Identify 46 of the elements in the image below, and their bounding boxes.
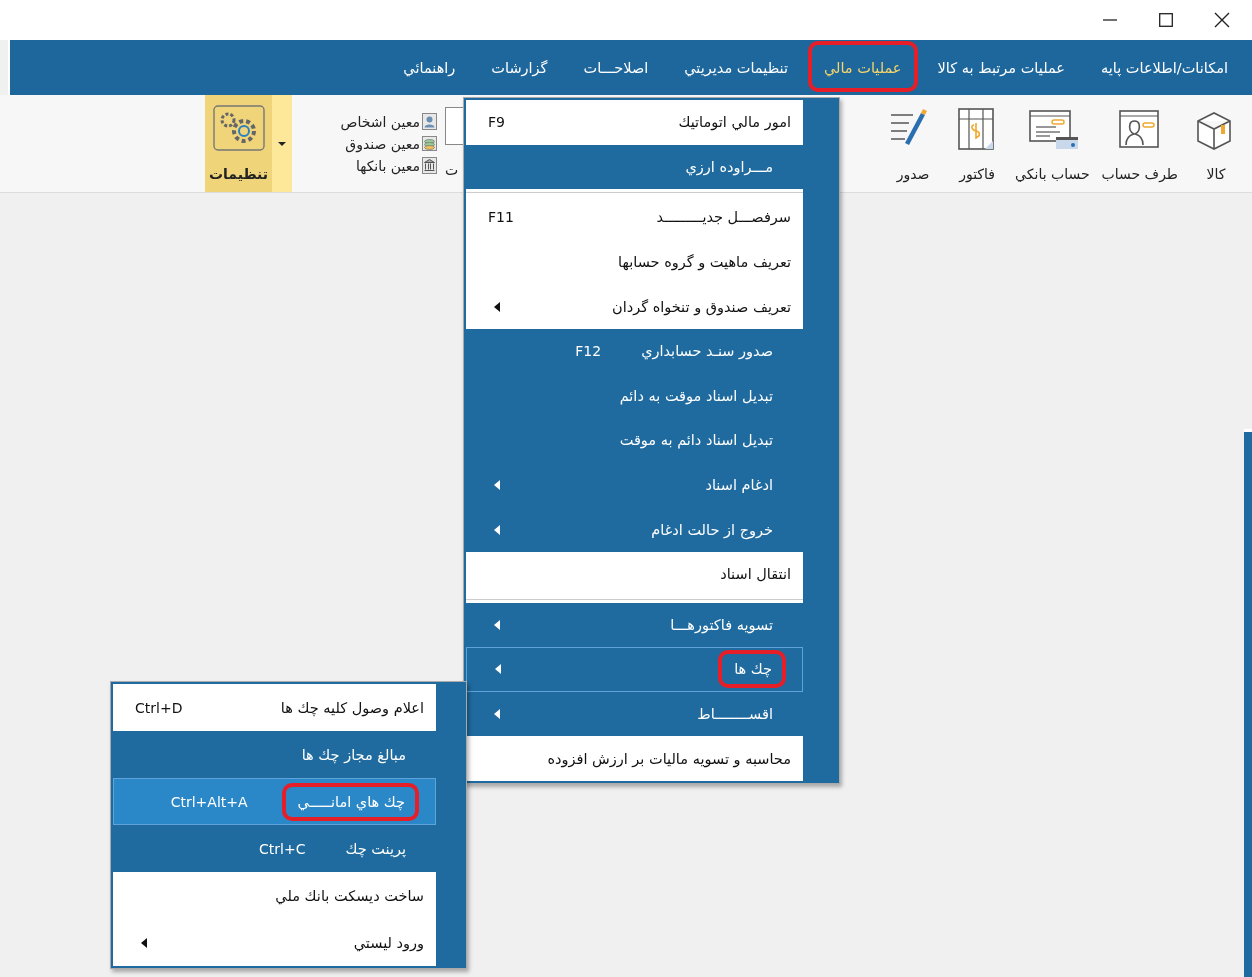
menu-item[interactable]: انتقال اسناد — [466, 551, 803, 597]
coins-icon — [422, 135, 437, 152]
menu-item[interactable]: امکانات/اطلاعات پايه — [1082, 40, 1246, 95]
submenu-arrow-icon — [494, 709, 500, 719]
settings-button[interactable]: تنظيمات — [205, 95, 272, 192]
close-icon — [1214, 12, 1230, 28]
toolbar-button[interactable]: معين اشخاص — [340, 113, 437, 130]
menu-item[interactable]: چك ها — [466, 647, 803, 692]
submenu-arrow-icon — [494, 301, 500, 312]
menu-item[interactable]: تعريف صندوق و تنخواه گردان — [466, 284, 803, 329]
submenu-arrow-icon — [494, 619, 500, 630]
menu-item[interactable]: گزارشات — [473, 40, 566, 95]
toolbar-button[interactable]: صدور — [881, 95, 946, 192]
shortcut-label: F9 — [488, 114, 505, 131]
menu-item[interactable]: اصلاحـــات — [565, 40, 667, 95]
menu-item[interactable]: تعريف ماهيت و گروه حسابها — [466, 239, 803, 285]
menu-item[interactable]: عمليات مرتبط به كالا — [919, 40, 1083, 95]
menu-item[interactable]: عمليات مالي — [805, 40, 920, 95]
bank-building-icon — [422, 157, 437, 174]
menu-item[interactable]: ساخت ديسكت بانك ملي — [113, 872, 436, 919]
toolbar-button[interactable]: فاکتور — [945, 95, 1010, 192]
shortcut-label: F11 — [488, 209, 514, 226]
gears-icon — [210, 103, 267, 153]
caret-icon — [278, 141, 286, 146]
shortcut-label: Ctrl+D — [135, 699, 183, 716]
annotation-outline — [718, 650, 786, 689]
menu-item[interactable]: راهنمائي — [385, 40, 474, 95]
toolbar-button[interactable]: طرف حساب — [1095, 95, 1184, 192]
toolbar-button[interactable]: معين بانكها — [355, 157, 437, 174]
shortcut-label: Ctrl+C — [259, 840, 306, 857]
submenu-arrow-icon — [495, 664, 501, 675]
submenu-arrow-icon — [494, 524, 500, 535]
toolbar-button[interactable]: کالا — [1184, 95, 1248, 192]
submenu-arrow-icon — [141, 937, 147, 948]
toolbar-button[interactable]: حساب بانکي — [1009, 95, 1096, 192]
menu-item[interactable]: محاسبه و تسويه ماليات بر ارزش افزوده — [466, 736, 803, 781]
shortcut-label: Ctrl+Alt+A — [170, 793, 248, 810]
toolbar-button[interactable]: ت — [441, 95, 463, 192]
submenu-arrow-icon — [494, 480, 500, 491]
shortcut-label: F12 — [575, 343, 602, 360]
minimize-icon — [1103, 19, 1117, 21]
menu-item[interactable]: ورود ليستي — [113, 919, 436, 966]
toolbar-button[interactable]: معين صندوق — [345, 135, 437, 152]
person-card-icon — [422, 113, 437, 130]
menu-item[interactable]: تنظيمات مديريتي — [666, 40, 806, 95]
maximize-icon — [1159, 13, 1173, 27]
